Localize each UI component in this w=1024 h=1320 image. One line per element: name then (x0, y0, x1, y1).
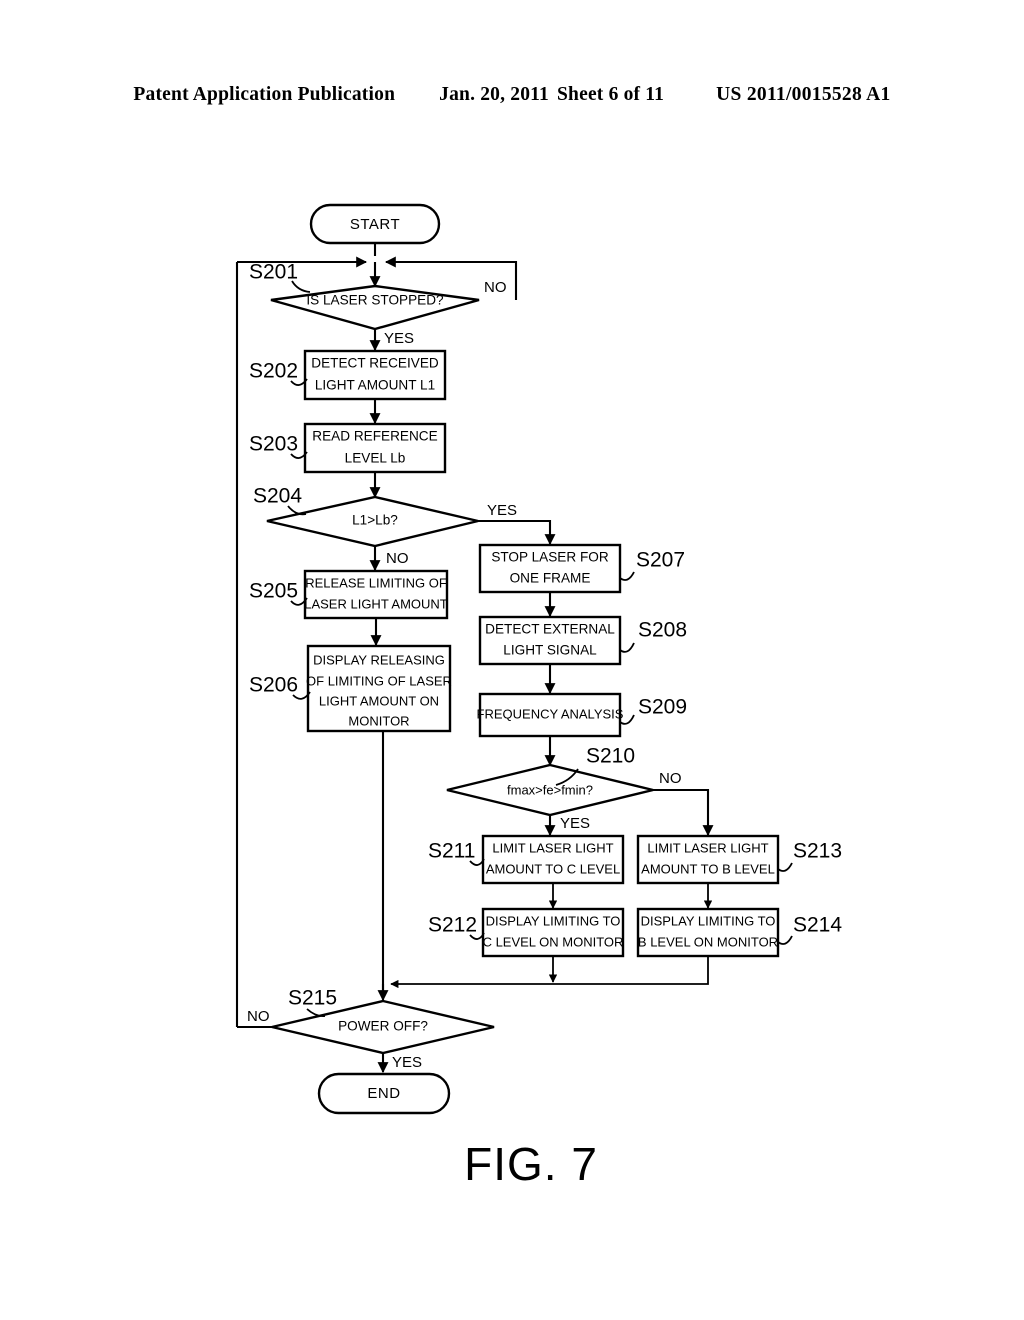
decision-s210-text: fmax>fe>fmin? (507, 782, 593, 797)
step-label-s210: S210 (586, 745, 635, 768)
step-label-s205: S205 (249, 580, 298, 603)
process-s208: DETECT EXTERNAL LIGHT SIGNAL (478, 615, 622, 666)
process-s211: LIMIT LASER LIGHT AMOUNT TO C LEVEL (481, 834, 625, 885)
flowchart-canvas: START IS LASER STOPPED? S201 NO YES DETE… (235, 203, 842, 1190)
connector-s214-to-merge (390, 956, 709, 989)
decision-s201: IS LASER STOPPED? (270, 284, 480, 331)
process-s207-text-line2: ONE FRAME (510, 571, 591, 586)
start-terminal-label: START (350, 216, 400, 233)
patent-page: Patent Application Publication Jan. 20, … (0, 0, 1024, 1320)
connector-s204-yes-to-s207 (478, 519, 556, 546)
process-s209: FREQUENCY ANALYSIS (477, 692, 624, 738)
process-s211-text-line2: AMOUNT TO C LEVEL (486, 861, 620, 876)
process-s207-text-line1: STOP LASER FOR (491, 550, 609, 565)
process-s205-text-line1: RELEASE LIMITING OF (305, 575, 447, 590)
process-s214-text-line1: DISPLAY LIMITING TO (641, 913, 776, 928)
process-s212-text-line2: C LEVEL ON MONITOR (483, 934, 624, 949)
process-s214-text-line2: B LEVEL ON MONITOR (638, 934, 778, 949)
start-terminal: START (309, 203, 441, 245)
step-label-s206: S206 (249, 674, 298, 697)
process-s202: DETECT RECEIVED LIGHT AMOUNT L1 (303, 349, 447, 401)
step-label-s201: S201 (249, 261, 298, 284)
process-s206: DISPLAY RELEASING OF LIMITING OF LASER L… (306, 644, 452, 733)
step-label-s209: S209 (638, 696, 687, 719)
leader-s214 (777, 935, 793, 945)
process-s207: STOP LASER FOR ONE FRAME (478, 543, 622, 594)
process-s208-text-line1: DETECT EXTERNAL (485, 622, 615, 637)
step-label-s212: S212 (428, 914, 477, 937)
process-s212: DISPLAY LIMITING TO C LEVEL ON MONITOR (481, 907, 625, 958)
end-terminal-label: END (367, 1085, 400, 1102)
process-s206-text-line2: OF LIMITING OF LASER (306, 673, 452, 688)
process-s205-text-line2: LASER LIGHT AMOUNT (304, 596, 448, 611)
decision-s201-text: IS LASER STOPPED? (306, 293, 444, 308)
process-s203: READ REFERENCE LEVEL Lb (303, 422, 447, 474)
process-s208-text-line2: LIGHT SIGNAL (503, 643, 597, 658)
figure-caption: FIG. 7 (464, 1138, 598, 1190)
process-s206-text-line4: MONITOR (348, 713, 409, 728)
process-s206-text-line3: LIGHT AMOUNT ON (319, 693, 439, 708)
branch-label-s215-no: NO (247, 1008, 270, 1025)
branch-label-s210-yes: YES (560, 815, 590, 832)
process-s205: RELEASE LIMITING OF LASER LIGHT AMOUNT (303, 569, 449, 620)
leader-s208 (619, 642, 635, 653)
process-s202-text-line2: LIGHT AMOUNT L1 (315, 378, 435, 393)
process-s213: LIMIT LASER LIGHT AMOUNT TO B LEVEL (636, 834, 780, 885)
branch-label-s204-no: NO (386, 550, 409, 567)
step-label-s211: S211 (428, 840, 476, 863)
step-label-s203: S203 (249, 433, 298, 456)
branch-label-s210-no: NO (659, 770, 682, 787)
step-label-s207: S207 (636, 549, 685, 572)
process-s202-text-line1: DETECT RECEIVED (311, 356, 439, 371)
figure-7-flowchart: START IS LASER STOPPED? S201 NO YES DETE… (0, 0, 1024, 1320)
process-s212-text-line1: DISPLAY LIMITING TO (486, 913, 621, 928)
process-s214: DISPLAY LIMITING TO B LEVEL ON MONITOR (636, 907, 780, 958)
branch-label-s201-no: NO (484, 279, 507, 296)
decision-s215-text: POWER OFF? (338, 1019, 428, 1034)
decision-s204-text: L1>Lb? (352, 513, 398, 528)
branch-label-s201-yes: YES (384, 330, 414, 347)
decision-s210: fmax>fe>fmin? (446, 763, 654, 817)
step-label-s204: S204 (253, 485, 302, 508)
step-label-s214: S214 (793, 914, 842, 937)
leader-s207 (619, 571, 635, 581)
process-s203-text-line1: READ REFERENCE (312, 429, 437, 444)
branch-label-s215-yes: YES (392, 1054, 422, 1071)
process-s203-text-line2: LEVEL Lb (345, 451, 406, 466)
process-s213-text-line1: LIMIT LASER LIGHT (647, 840, 768, 855)
end-terminal: END (317, 1072, 451, 1115)
step-label-s208: S208 (638, 619, 687, 642)
process-s209-text-line1: FREQUENCY ANALYSIS (477, 706, 624, 721)
step-label-s202: S202 (249, 360, 298, 383)
process-s213-text-line2: AMOUNT TO B LEVEL (641, 861, 775, 876)
process-s206-text-line1: DISPLAY RELEASING (313, 652, 445, 667)
leader-s213 (777, 862, 793, 872)
step-label-s215: S215 (288, 987, 337, 1010)
process-s211-text-line1: LIMIT LASER LIGHT (492, 840, 613, 855)
step-label-s213: S213 (793, 840, 842, 863)
connector-s210-no-to-s213 (653, 788, 714, 837)
branch-label-s204-yes: YES (487, 502, 517, 519)
